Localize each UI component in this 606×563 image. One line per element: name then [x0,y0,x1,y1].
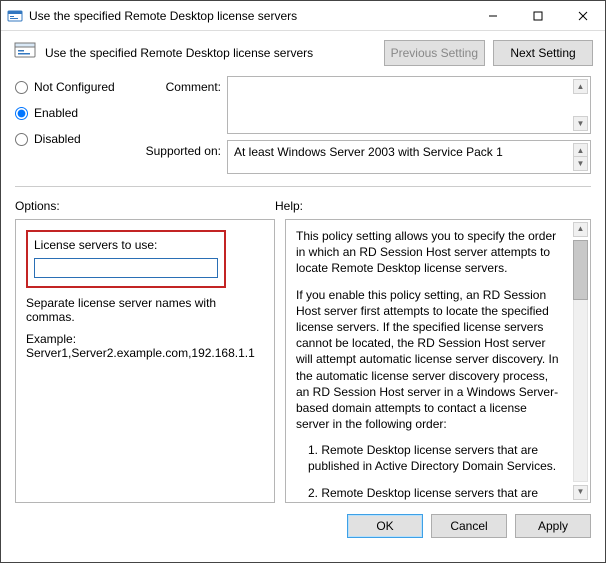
chevron-down-icon[interactable]: ▼ [573,116,588,131]
maximize-button[interactable] [515,1,560,30]
comment-label: Comment: [141,76,221,134]
license-hint-1: Separate license server names with comma… [26,296,264,324]
help-paragraph-1: This policy setting allows you to specif… [296,228,562,277]
config-grid: Not Configured Enabled Disabled Comment:… [1,76,605,174]
radio-not-configured-label: Not Configured [34,80,115,94]
radio-not-configured-input[interactable] [15,81,28,94]
minimize-button[interactable] [470,1,515,30]
window-title: Use the specified Remote Desktop license… [29,9,470,23]
radio-disabled-input[interactable] [15,133,28,146]
next-setting-button[interactable]: Next Setting [493,40,593,66]
close-icon [578,11,588,21]
mid-body: License servers to use: Separate license… [1,219,605,503]
supported-on-text: At least Windows Server 2003 with Servic… [234,145,503,159]
dialog-footer: OK Cancel Apply [1,503,605,549]
divider [15,186,591,187]
radio-enabled-input[interactable] [15,107,28,120]
setting-icon [13,39,37,66]
mid-section-header: Options: Help: [1,195,605,219]
apply-button[interactable]: Apply [515,514,591,538]
ok-button[interactable]: OK [347,514,423,538]
help-panel[interactable]: This policy setting allows you to specif… [285,219,591,503]
supported-on-label: Supported on: [141,140,221,174]
chevron-up-icon[interactable]: ▲ [573,79,588,94]
radio-not-configured[interactable]: Not Configured [15,80,135,94]
gpo-editor-dialog: Use the specified Remote Desktop license… [0,0,606,563]
radio-enabled[interactable]: Enabled [15,106,135,120]
license-servers-input[interactable] [34,258,218,278]
license-hint-2: Example: Server1,Server2.example.com,192… [26,332,264,360]
radio-disabled-label: Disabled [34,132,81,146]
setting-header: Use the specified Remote Desktop license… [1,31,605,76]
app-icon [7,8,23,24]
comment-textarea[interactable]: ▲ ▼ [227,76,591,134]
help-list-item-2: 2. Remote Desktop license servers that a… [296,485,562,503]
chevron-up-icon[interactable]: ▲ [573,222,588,237]
radio-enabled-label: Enabled [34,106,78,120]
minimize-icon [488,11,498,21]
titlebar: Use the specified Remote Desktop license… [1,1,605,31]
setting-title: Use the specified Remote Desktop license… [45,46,376,60]
license-servers-label: License servers to use: [34,238,218,252]
chevron-down-icon[interactable]: ▼ [573,485,588,500]
cancel-button[interactable]: Cancel [431,514,507,538]
window-controls [470,1,605,30]
radio-disabled[interactable]: Disabled [15,132,135,146]
close-button[interactable] [560,1,605,30]
scrollbar-thumb[interactable] [573,240,588,300]
supported-on-box: At least Windows Server 2003 with Servic… [227,140,591,174]
options-panel: License servers to use: Separate license… [15,219,275,503]
license-servers-highlight: License servers to use: [26,230,226,288]
options-heading: Options: [15,199,275,213]
help-heading: Help: [275,199,591,213]
chevron-down-icon[interactable]: ▼ [573,156,588,171]
help-paragraph-2: If you enable this policy setting, an RD… [296,287,562,433]
help-list-item-1: 1. Remote Desktop license servers that a… [296,442,562,474]
state-radio-group: Not Configured Enabled Disabled [15,76,135,174]
maximize-icon [533,11,543,21]
previous-setting-button[interactable]: Previous Setting [384,40,485,66]
